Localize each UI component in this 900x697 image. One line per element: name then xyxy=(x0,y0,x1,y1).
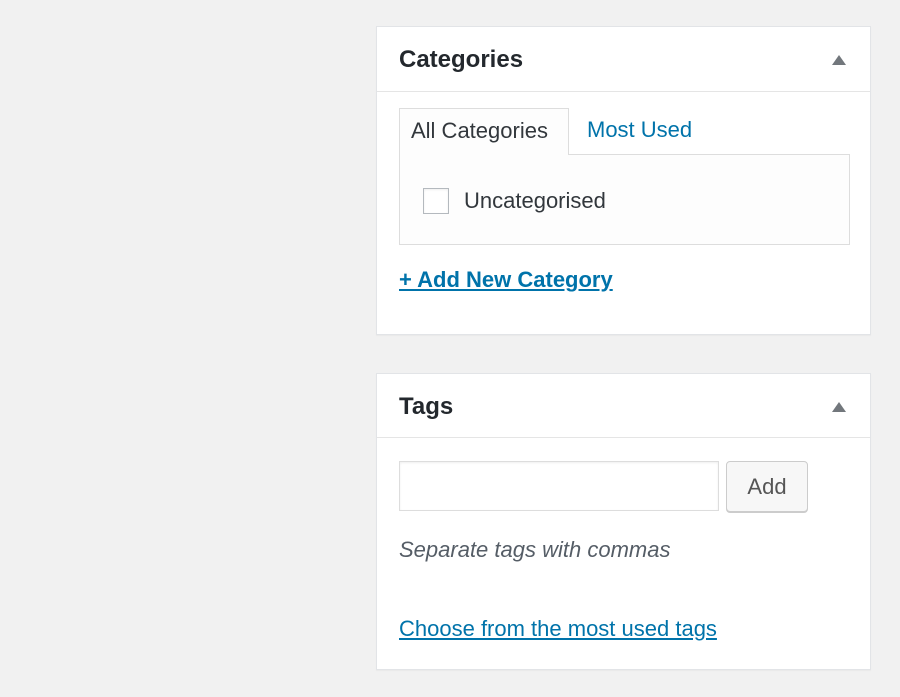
choose-most-used-tags-link[interactable]: Choose from the most used tags xyxy=(399,614,717,644)
tags-panel-title: Tags xyxy=(399,393,454,420)
tags-panel: Tags Add Separate tags with commas Choos… xyxy=(376,373,871,670)
tab-all-categories[interactable]: All Categories xyxy=(399,108,569,155)
tag-input[interactable] xyxy=(399,461,719,511)
tag-hint-text: Separate tags with commas xyxy=(399,537,671,562)
tab-most-used[interactable]: Most Used xyxy=(587,108,692,152)
add-tag-button[interactable]: Add xyxy=(726,461,808,512)
uncategorised-checkbox[interactable] xyxy=(423,188,449,214)
categories-panel: Categories All Categories Most Used Unca… xyxy=(376,26,871,335)
category-list: Uncategorised xyxy=(399,154,850,245)
categories-panel-header[interactable]: Categories xyxy=(377,27,870,92)
add-new-category-link[interactable]: + Add New Category xyxy=(399,265,613,295)
collapse-tags-icon[interactable] xyxy=(832,402,846,412)
category-label-uncategorised[interactable]: Uncategorised xyxy=(464,186,606,216)
collapse-categories-icon[interactable] xyxy=(832,55,846,65)
tags-panel-header[interactable]: Tags xyxy=(377,374,870,438)
categories-panel-title: Categories xyxy=(399,46,524,73)
